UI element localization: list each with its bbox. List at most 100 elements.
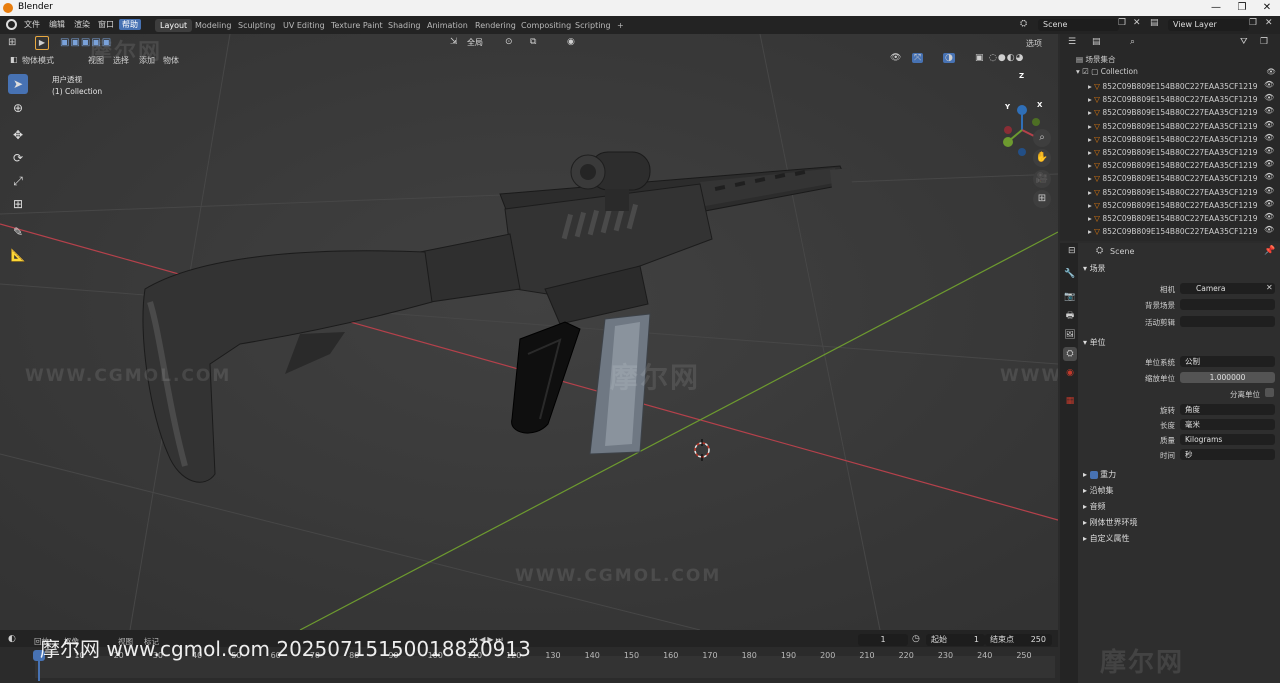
gizmo-x-label[interactable]: X	[1037, 101, 1042, 109]
outliner-object-row[interactable]: ▸ ▽ 852C09B809E154B80C227EAA35CF1219	[1088, 172, 1278, 185]
blender-menu-icon[interactable]	[6, 19, 17, 30]
delete-view-layer-icon[interactable]: ✕	[1265, 18, 1273, 28]
unit-scale-field[interactable]: 1.000000	[1180, 372, 1275, 383]
object-visibility-icon[interactable]: 👁	[1264, 120, 1274, 129]
tab-shading[interactable]: Shading	[383, 19, 426, 32]
object-visibility-icon[interactable]: 👁	[1264, 133, 1274, 142]
3d-viewport[interactable]: Z Y X 用户透视 (1) Collection WWW.CGMOL.COM …	[0, 34, 1058, 630]
menu-file[interactable]: 文件	[24, 19, 40, 30]
mass-select[interactable]: Kilograms	[1180, 434, 1275, 445]
rotate-tool-icon[interactable]: ⟳	[8, 148, 28, 168]
measure-tool-icon[interactable]: 📐	[8, 245, 28, 265]
menu-help[interactable]: 帮助	[119, 19, 141, 30]
preview-range-icon[interactable]: ◷	[912, 634, 920, 644]
tab-sculpting[interactable]: Sculpting	[233, 19, 280, 32]
snap-icon[interactable]: ⧉	[530, 37, 536, 47]
editor-type-icon[interactable]: ⊞	[8, 37, 16, 48]
close-button[interactable]: ✕	[1254, 0, 1280, 16]
new-view-layer-icon[interactable]: ❐	[1249, 18, 1257, 28]
options-dropdown[interactable]: 选项	[1026, 38, 1042, 49]
camera-field[interactable]: Camera	[1180, 283, 1275, 294]
transform-orientation-select[interactable]: 全局	[462, 37, 501, 49]
tool-tab-icon[interactable]: 🔧	[1063, 267, 1077, 281]
pin-icon[interactable]: 📌	[1264, 246, 1275, 256]
viewport-menu-select[interactable]: 选择	[113, 55, 129, 66]
gizmo-z-label[interactable]: Z	[1019, 72, 1024, 80]
menu-edit[interactable]: 编辑	[49, 19, 65, 30]
camera-view-icon[interactable]: 🎥	[1033, 170, 1051, 188]
tab-layout[interactable]: Layout	[155, 19, 193, 32]
outliner-editor-icon[interactable]: ☰	[1068, 37, 1076, 47]
outliner-object-row[interactable]: ▸ ▽ 852C09B809E154B80C227EAA35CF1219	[1088, 133, 1278, 146]
object-visibility-icon[interactable]: 👁	[1264, 80, 1274, 89]
length-select[interactable]: 毫米	[1180, 419, 1275, 430]
tab-modeling[interactable]: Modeling	[190, 19, 236, 32]
object-visibility-icon[interactable]: 👁	[1264, 159, 1274, 168]
object-visibility-icon[interactable]: 👁	[1264, 212, 1274, 221]
gravity-checkbox[interactable]	[1089, 470, 1098, 479]
scene-field[interactable]: Scene	[1038, 19, 1119, 31]
outliner-object-row[interactable]: ▸ ▽ 852C09B809E154B80C227EAA35CF1219	[1088, 93, 1278, 106]
outliner-object-row[interactable]: ▸ ▽ 852C09B809E154B80C227EAA35CF1219	[1088, 120, 1278, 133]
view-layer-field[interactable]: View Layer	[1168, 19, 1249, 31]
viewport-menu-add[interactable]: 添加	[139, 55, 155, 66]
tab-scripting[interactable]: Scripting	[570, 19, 616, 32]
object-visibility-icon[interactable]: 👁	[1264, 172, 1274, 181]
proportional-edit-icon[interactable]: ◉	[567, 37, 575, 47]
collection-visibility-icon[interactable]: 👁	[1266, 67, 1276, 76]
tab-animation[interactable]: Animation	[422, 19, 473, 32]
viewport-menu-object[interactable]: 物体	[163, 55, 179, 66]
outliner-filter-icon[interactable]: ⛛	[1240, 37, 1248, 47]
active-clip-field[interactable]	[1180, 316, 1275, 327]
camera-clear-icon[interactable]: ✕	[1266, 283, 1273, 292]
annotate-tool-icon[interactable]: ✎	[8, 222, 28, 242]
new-collection-icon[interactable]: ❐	[1260, 37, 1268, 47]
separate-units-checkbox[interactable]	[1265, 388, 1274, 397]
scene-browse-icon[interactable]: ⛭	[1020, 19, 1027, 29]
menu-render[interactable]: 渲染	[74, 19, 90, 30]
select-tool-icon[interactable]: ▶	[35, 36, 49, 50]
tab-texture-paint[interactable]: Texture Paint	[326, 19, 388, 32]
object-visibility-icon[interactable]: 👁	[1264, 186, 1274, 195]
keying-sets-section-header[interactable]: ▸ 沿帧集	[1083, 485, 1114, 496]
time-select[interactable]: 秒	[1180, 449, 1275, 460]
outliner-object-row[interactable]: ▸ ▽ 852C09B809E154B80C227EAA35CF1219	[1088, 199, 1278, 212]
object-visibility-icon[interactable]: 👁	[1264, 225, 1274, 234]
rotation-select[interactable]: 角度	[1180, 404, 1275, 415]
transform-orientation-icon[interactable]: ⇲	[450, 37, 458, 47]
menu-window[interactable]: 窗口	[98, 19, 114, 30]
object-visibility-icon[interactable]: 👁	[1264, 93, 1274, 102]
background-scene-field[interactable]	[1180, 299, 1275, 310]
interaction-mode-select[interactable]: 物体模式	[22, 55, 54, 66]
object-visibility-icon[interactable]: 👁	[1264, 146, 1274, 155]
custom-properties-section-header[interactable]: ▸ 自定义属性	[1083, 533, 1130, 544]
shading-mode-icons[interactable]: ◌●◐◕	[989, 53, 1024, 63]
view-layer-browse-icon[interactable]: ▤	[1150, 18, 1159, 28]
object-visibility-icon[interactable]: 👁	[1264, 106, 1274, 115]
xray-icon[interactable]: ▣	[975, 53, 984, 63]
select-box-tool[interactable]: ➤	[8, 74, 28, 94]
rigid-body-world-section-header[interactable]: ▸ 刚体世界环境	[1083, 517, 1138, 528]
outliner-object-row[interactable]: ▸ ▽ 852C09B809E154B80C227EAA35CF1219	[1088, 159, 1278, 172]
viewport-menu-view[interactable]: 视图	[88, 55, 104, 66]
outliner-object-row[interactable]: ▸ ▽ 852C09B809E154B80C227EAA35CF1219	[1088, 225, 1278, 238]
timeline-editor-icon[interactable]: ◐	[8, 634, 16, 644]
add-workspace-button[interactable]: +	[612, 19, 629, 32]
units-section-header[interactable]: ▾ 单位	[1083, 337, 1106, 348]
gravity-section-header[interactable]: ▸ 重力	[1083, 469, 1116, 480]
zoom-icon[interactable]: ⌕	[1033, 129, 1051, 147]
new-scene-icon[interactable]: ❐	[1118, 18, 1126, 28]
overlay-toggle-icon[interactable]: ◑	[943, 53, 955, 63]
frame-end-field[interactable]: 结束点 250	[985, 634, 1052, 646]
collection-row[interactable]: ▾ ☑ ▢ Collection 👁	[1076, 67, 1276, 76]
collection-checkbox-icon[interactable]: ☑	[1082, 67, 1089, 76]
outliner-display-mode-icon[interactable]: ▤	[1092, 37, 1101, 47]
pivot-point-icon[interactable]: ⊙	[505, 37, 513, 47]
object-visibility-icon[interactable]: 👁	[1264, 199, 1274, 208]
outliner-object-row[interactable]: ▸ ▽ 852C09B809E154B80C227EAA35CF1219	[1088, 106, 1278, 119]
cursor-tool-icon[interactable]: ⊕	[8, 98, 28, 118]
audio-section-header[interactable]: ▸ 音频	[1083, 501, 1106, 512]
unit-system-select[interactable]: 公制	[1180, 356, 1275, 367]
delete-scene-icon[interactable]: ✕	[1133, 18, 1141, 28]
visibility-icon[interactable]: 👁	[890, 53, 901, 63]
